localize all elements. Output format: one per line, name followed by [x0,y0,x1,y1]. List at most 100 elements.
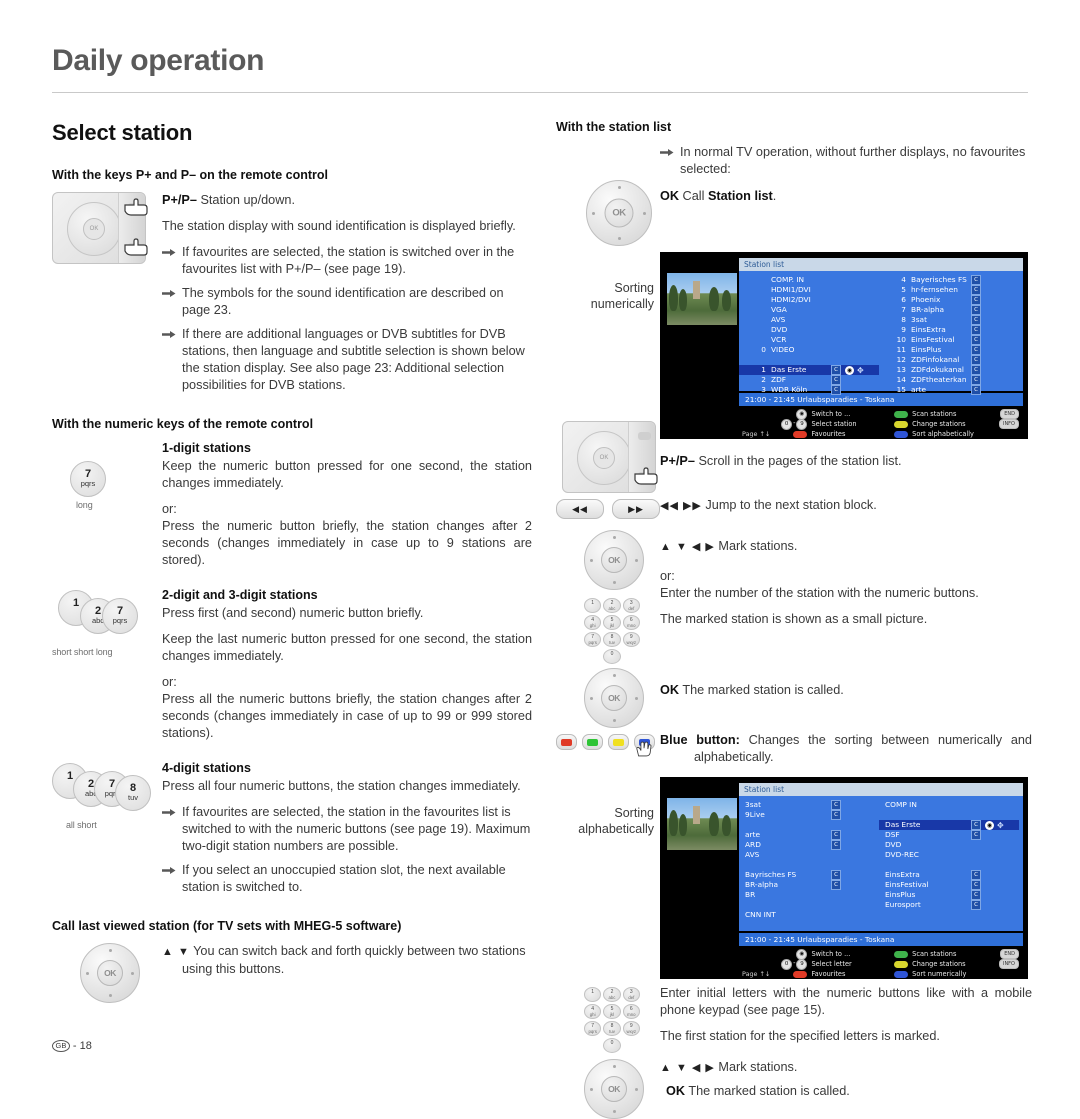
wheel-ok-button: OK [97,960,123,986]
station-row[interactable]: 15 arte C [879,385,1019,395]
station-row[interactable]: ARD C [739,840,879,850]
skip-back-button-icon[interactable]: ◀◀ [556,499,604,519]
station-column-right: COMP IN Das Erste C ◉ ✥ DSF C DVD DVD-REC EinsExt… [879,798,1019,920]
station-row[interactable]: COMP IN [879,800,1019,810]
ok-label: OK [660,683,680,697]
legend-row: ◉ Switch to ... Scan stations END [743,948,1019,960]
station-number: 3 [761,385,766,394]
numeric-key-9-icon: 9 [796,958,808,970]
bullet-text: If favourites are selected, the station … [182,805,531,853]
station-row[interactable]: AVS [739,850,879,860]
station-row[interactable]: 7 BR-alpha C [879,305,1019,315]
station-row-markers: ◉ ✥ [845,365,879,375]
station-row[interactable]: 0 VIDEO [739,345,879,355]
station-row[interactable]: 3sat C [739,800,879,810]
skip-forward-button-icon[interactable]: ▶▶ [612,499,660,519]
heading-4-digit-stations: 4-digit stations [162,761,251,775]
station-row-markers [985,850,1019,860]
station-list-titlebar: Station list [739,258,1023,271]
station-row-markers [985,285,1019,295]
station-row-markers [985,365,1019,375]
station-row[interactable] [739,820,879,830]
station-row[interactable] [879,810,1019,820]
station-name: ARD [745,840,761,849]
legend-label: Switch to ... [811,950,851,958]
bullet-list-normal-tv: In normal TV operation, without further … [660,144,1032,178]
station-row[interactable]: 3 WDR Köln C [739,385,879,395]
keypad-key: 6 mno [622,1004,640,1019]
station-row[interactable]: arte C [739,830,879,840]
station-row[interactable]: DVD [879,840,1019,850]
green-colour-button[interactable] [582,734,603,750]
station-row[interactable]: 9 EinsExtra C [879,325,1019,335]
yellow-colour-button[interactable] [608,734,629,750]
station-row[interactable]: DVD [739,325,879,335]
station-row-markers [845,810,879,820]
station-row[interactable]: 11 EinsPlus C [879,345,1019,355]
station-number [739,325,771,335]
station-row[interactable]: VCR [739,335,879,345]
station-row[interactable]: Bayrisches FS C [739,870,879,880]
station-row[interactable]: 5 hr-fernsehen C [879,285,1019,295]
move-cross-icon: ✥ [857,365,864,375]
ci-module-icon: C [971,375,981,385]
text-small-picture: The marked station is shown as a small p… [660,612,928,626]
station-name: EinsPlus [911,345,942,354]
station-row[interactable] [739,900,879,910]
text-or-2: or: [162,675,177,689]
scroll-pages-text: Scroll in the pages of the station list. [694,454,902,468]
station-row-markers [985,335,1019,345]
station-row[interactable] [879,910,1019,920]
station-row[interactable]: HDMI2/DVI [739,295,879,305]
arrow-bullet-icon [162,809,176,816]
wheel-dot-left [590,1087,593,1091]
page-title: Daily operation [52,44,265,77]
ci-placeholder [833,335,841,345]
station-name [745,900,833,910]
station-row[interactable]: EinsPlus C [879,890,1019,900]
legend-label: Scan stations [912,950,957,958]
ci-module-icon: C [971,385,981,395]
station-row[interactable]: 8 3sat C [879,315,1019,325]
station-row[interactable]: 10 EinsFestival C [879,335,1019,345]
station-row[interactable]: EinsExtra C [879,870,1019,880]
bullet-text: If favourites are selected, the station … [182,245,515,276]
station-row[interactable]: HDMI1/DVI [739,285,879,295]
numeric-key-0-icon: 0 [781,958,793,970]
station-row[interactable]: AVS [739,315,879,325]
station-row[interactable]: BR-alpha C [739,880,879,890]
red-colour-button[interactable] [556,734,577,750]
station-row[interactable]: VGA [739,305,879,315]
station-name: ZDFtheaterkan [911,375,967,384]
station-row[interactable]: DSF C [879,830,1019,840]
station-column-right: 4 Bayerisches FS C 5 hr-fernsehen C 6 Phoenix C 7… [879,273,1019,395]
station-row[interactable]: CNN INT [739,910,879,920]
station-row-selected[interactable]: 1 Das Erste C ◉ ✥ [739,365,879,375]
station-row[interactable]: 2 ZDF C [739,375,879,385]
ok-directional-wheel-icon: OK [80,943,140,1003]
station-row[interactable]: COMP. IN [739,275,879,285]
station-row[interactable]: 12 ZDFinfokanal C [879,355,1019,365]
station-row[interactable]: 6 Phoenix C [879,295,1019,305]
legend-cell [889,410,912,418]
period: . [772,189,777,203]
ok-directional-wheel-icon: OK [584,1059,644,1119]
station-row-selected[interactable]: Das Erste C ◉ ✥ [879,820,1019,830]
station-row[interactable]: 4 Bayerisches FS C [879,275,1019,285]
info-key-tag: INFO [998,959,1019,969]
station-row[interactable]: 9Live C [739,810,879,820]
station-row[interactable] [739,860,879,870]
station-number: 13 [896,365,906,374]
ci-module-icon: C [831,830,841,840]
station-row[interactable]: Eurosport C [879,900,1019,910]
station-row[interactable]: BR [739,890,879,900]
station-row[interactable]: 13 ZDFdokukanal C [879,365,1019,375]
station-row[interactable] [739,355,879,365]
thumb-tree [722,815,731,836]
wheel-dot-up [108,949,112,952]
station-row[interactable]: DVD-REC [879,850,1019,860]
station-number: 15 [896,385,906,394]
station-row[interactable] [879,860,1019,870]
station-row[interactable]: 14 ZDFtheaterkan C [879,375,1019,385]
station-row[interactable]: EinsFestival C [879,880,1019,890]
